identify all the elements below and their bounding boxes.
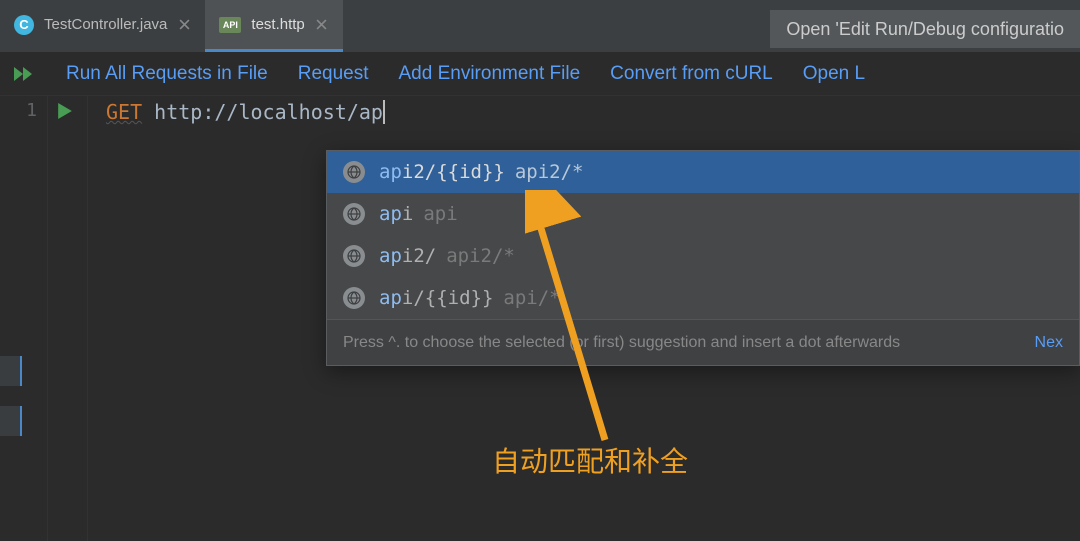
open-log-link[interactable]: Open L [803,63,865,85]
completion-item[interactable]: api/{{id}}api/* [327,277,1079,319]
tab-testcontroller[interactable]: C TestController.java [0,0,205,52]
tab-bar: C TestController.java API test.http Open… [0,0,1080,52]
text-caret [383,100,385,124]
tool-item[interactable] [0,356,22,386]
add-env-link[interactable]: Add Environment File [399,63,581,85]
globe-icon [343,161,365,183]
completion-text: apiapi [379,203,458,225]
run-config-banner[interactable]: Open 'Edit Run/Debug configuratio [770,10,1080,48]
api-file-icon: API [219,17,241,33]
completion-hint: Press ^. to choose the selected (or firs… [343,334,900,352]
globe-icon [343,203,365,225]
run-all-icon[interactable] [14,64,36,84]
convert-curl-link[interactable]: Convert from cURL [610,63,773,85]
tool-item[interactable] [0,406,22,436]
tab-label: test.http [251,16,304,33]
completion-text: api2/api2/* [379,245,515,267]
completion-item[interactable]: api2/{{id}}api2/* [327,151,1079,193]
globe-icon [343,245,365,267]
close-icon[interactable] [177,18,191,32]
close-icon[interactable] [315,18,329,32]
left-tool-strip [0,356,22,436]
run-line-icon[interactable] [58,103,87,119]
completion-item[interactable]: apiapi [327,193,1079,235]
line-gutter: 1 [0,96,48,541]
completion-footer: Press ^. to choose the selected (or firs… [327,319,1079,365]
annotation-label: 自动匹配和补全 [492,440,688,480]
http-url: http://localhost/ap [154,100,383,124]
tab-label: TestController.java [44,16,167,33]
tab-test-http[interactable]: API test.http [205,0,342,52]
run-gutter [48,96,88,541]
http-toolbar: Run All Requests in File Request Add Env… [0,52,1080,96]
request-link[interactable]: Request [298,63,369,85]
completion-item[interactable]: api2/api2/* [327,235,1079,277]
line-number: 1 [26,100,37,121]
completion-text: api2/{{id}}api2/* [379,161,583,183]
http-method: GET [106,100,142,124]
run-all-link[interactable]: Run All Requests in File [66,63,268,85]
java-class-icon: C [14,15,34,35]
completion-popup: api2/{{id}}api2/* apiapi api2/api2/* api… [326,150,1080,366]
completion-next[interactable]: Nex [1035,334,1063,352]
globe-icon [343,287,365,309]
completion-text: api/{{id}}api/* [379,287,561,309]
